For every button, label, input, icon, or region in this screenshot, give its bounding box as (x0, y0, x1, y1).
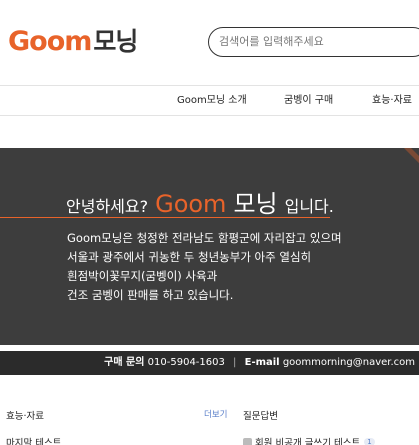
board-section: 효능·자료 더보기 마지막 테스트 질문답변 회원 비공개 글쓰기 테스트 1 (0, 375, 419, 445)
contact-phone: 010-5904-1603 (147, 357, 225, 368)
nav-item-efficacy[interactable]: 효능·자료 (372, 86, 412, 115)
hero-suffix: 입니다. (284, 197, 334, 216)
contact-email-label: E-mail (244, 357, 280, 368)
list-item[interactable]: 마지막 테스트 (6, 435, 61, 445)
logo-korean: 모닝 (93, 27, 138, 56)
comment-count-badge: 1 (364, 438, 375, 445)
contact-email[interactable]: goommorning@naver.com (283, 357, 415, 368)
hero-description: Goom모닝은 청정한 전라남도 함평군에 자리잡고 있으며 서울과 광주에서 … (67, 229, 412, 305)
list-item[interactable]: 회원 비공개 글쓰기 테스트 1 (243, 435, 375, 445)
hero-divider (0, 217, 330, 218)
efficacy-board: 효능·자료 더보기 마지막 테스트 (6, 408, 228, 445)
hero-greeting: 안녕하세요? (66, 197, 149, 216)
hero-line: 흰점박이꽃무지(굼벵이) 사육과 (67, 269, 218, 283)
qna-board-title: 질문답변 (243, 411, 278, 422)
site-header: Goom 모닝 (0, 0, 419, 85)
lock-icon (243, 437, 252, 445)
hero-brand: Goom (155, 190, 227, 218)
main-nav: Goom모닝 소개 굼벵이 구매 효능·자료 (0, 85, 419, 116)
more-link[interactable]: 더보기 (204, 408, 227, 420)
hero-line: 건조 굼벵이 판매를 하고 있습니다. (67, 288, 234, 302)
list-item-title: 회원 비공개 글쓰기 테스트 (255, 438, 361, 445)
contact-bar: 구매 문의 010-5904-1603 | E-mail goommorning… (0, 351, 419, 375)
contact-info: 구매 문의 010-5904-1603 | E-mail goommorning… (104, 351, 415, 375)
hero-title: 안녕하세요? Goom 모닝 입니다. (66, 184, 334, 219)
hero-decoration-secondary (391, 148, 419, 164)
search-box (208, 27, 419, 57)
search-input[interactable] (209, 28, 409, 54)
logo-brand: Goom (8, 26, 92, 57)
site-logo[interactable]: Goom 모닝 (8, 26, 138, 57)
nav-item-about[interactable]: Goom모닝 소개 (177, 86, 247, 115)
nav-item-purchase[interactable]: 굼벵이 구매 (284, 86, 333, 115)
hero-line: 서울과 광주에서 귀농한 두 청년농부가 아주 열심히 (67, 250, 312, 264)
hero-line: Goom모닝은 청정한 전라남도 함평군에 자리잡고 있으며 (67, 231, 342, 245)
qna-board: 질문답변 회원 비공개 글쓰기 테스트 1 (243, 408, 419, 445)
efficacy-board-title: 효능·자료 (6, 411, 44, 422)
contact-separator: | (233, 357, 237, 368)
hero-brand-korean: 모닝 (233, 190, 278, 218)
contact-label: 구매 문의 (104, 357, 145, 368)
